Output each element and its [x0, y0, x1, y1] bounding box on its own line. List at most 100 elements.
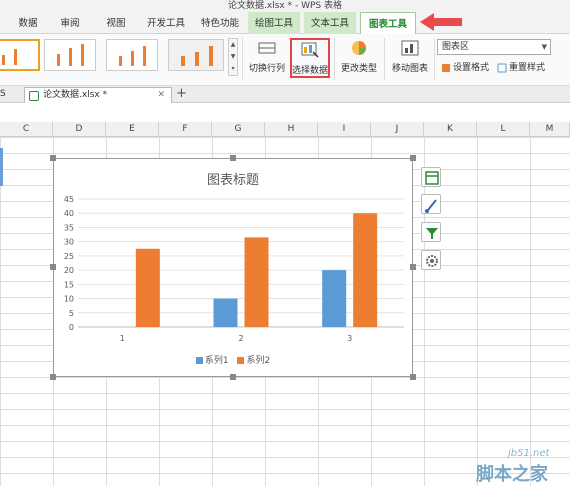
select-data-button[interactable]: 选择数据 [290, 38, 330, 78]
legend-label-series-1: 系列1 [204, 356, 229, 366]
chart-elements-button[interactable] [421, 167, 441, 187]
legend-item-series-2: 系列2 [237, 356, 270, 366]
reset-style-label: 重置样式 [509, 63, 546, 73]
tab-drawing-tools[interactable]: 绘图工具 [248, 12, 300, 34]
column-header-g[interactable]: G [212, 122, 265, 137]
x-tick-label: 2 [238, 334, 243, 343]
chart-legend[interactable]: 系列1 系列2 [54, 353, 412, 366]
move-chart-button[interactable]: 移动图表 [388, 38, 432, 78]
column-header-d[interactable]: D [53, 122, 106, 137]
move-chart-label: 移动图表 [391, 64, 428, 74]
chart-elements-icon [425, 171, 439, 185]
y-tick-label: 10 [64, 295, 74, 304]
tab-features[interactable]: 特色功能 [196, 12, 244, 34]
doc-tab-previous[interactable]: S [0, 87, 20, 103]
chart-area[interactable]: 图表标题 0 5 10 15 20 25 30 35 40 45 1 2 3 系列1 系列2 [53, 158, 413, 377]
ribbon-panel: ▲ ▼ ▾ 切换行列 选择数据 更改类型 移动图表 图表区 ▼ 设置格式 重置样… [0, 34, 570, 86]
resize-handle-top[interactable] [230, 155, 236, 161]
chart-element-dropdown[interactable]: 图表区 ▼ [437, 39, 551, 55]
chart-style-thumb-4[interactable] [168, 39, 224, 71]
formula-area [0, 103, 570, 122]
watermark-site: jb51.net [508, 448, 550, 459]
format-icon [441, 63, 451, 73]
new-tab-button[interactable]: + [176, 86, 187, 102]
y-tick-label: 30 [64, 238, 74, 247]
switch-row-col-label: 切换行列 [248, 64, 285, 74]
resize-handle-left[interactable] [50, 264, 56, 270]
y-tick-label: 0 [69, 323, 74, 332]
column-header-l[interactable]: L [477, 122, 530, 137]
bar-series-2-3[interactable] [353, 213, 378, 327]
filter-icon [426, 228, 438, 239]
tab-view[interactable]: 视图 [96, 12, 136, 34]
close-icon[interactable]: ✕ [157, 88, 165, 103]
chart-plot[interactable]: 0 5 10 15 20 25 30 35 40 45 1 2 3 [54, 159, 414, 378]
tab-chart-tools[interactable]: 图表工具 [360, 12, 416, 35]
y-tick-label: 45 [64, 195, 74, 204]
select-data-label: 选择数据 [292, 66, 329, 76]
reset-style-button[interactable]: 重置样式 [497, 61, 545, 75]
resize-handle-bottom-right[interactable] [410, 374, 416, 380]
ribbon-tabs: 数据 审阅 视图 开发工具 特色功能 绘图工具 文本工具 图表工具 [0, 12, 570, 35]
legend-swatch-series-2 [237, 357, 245, 364]
reset-icon [497, 63, 507, 73]
chart-style-thumb-1[interactable] [0, 39, 40, 71]
y-tick-label: 20 [64, 266, 74, 275]
y-tick-label: 40 [64, 209, 74, 218]
tab-data[interactable]: 数据 [8, 12, 48, 34]
column-header-c[interactable]: C [0, 122, 53, 137]
tab-developer[interactable]: 开发工具 [140, 12, 192, 34]
switch-row-col-button[interactable]: 切换行列 [246, 38, 288, 78]
chart-settings-button[interactable] [421, 250, 441, 270]
divider [434, 38, 435, 80]
resize-handle-bottom[interactable] [230, 374, 236, 380]
resize-handle-bottom-left[interactable] [50, 374, 56, 380]
bar-series-1-3[interactable] [322, 270, 347, 327]
doc-tab-label: 论文数据.xlsx * [43, 90, 108, 100]
x-tick-label: 1 [120, 334, 125, 343]
resize-handle-top-right[interactable] [410, 155, 416, 161]
brush-icon [425, 199, 437, 213]
style-scroll[interactable]: ▲ ▼ ▾ [228, 38, 238, 76]
y-tick-label: 25 [64, 252, 74, 261]
chart-style-thumb-3[interactable] [106, 39, 158, 71]
legend-swatch-series-1 [195, 357, 203, 364]
legend-item-series-1: 系列1 [195, 356, 229, 366]
column-header-j[interactable]: J [371, 122, 424, 137]
column-header-h[interactable]: H [265, 122, 318, 137]
y-tick-label: 5 [69, 309, 74, 318]
divider [384, 38, 385, 80]
watermark-name: 脚本之家 [476, 464, 548, 485]
set-format-button[interactable]: 设置格式 [441, 61, 489, 75]
select-data-icon [301, 42, 319, 58]
column-header-k[interactable]: K [424, 122, 477, 137]
bar-series-2-1[interactable] [135, 248, 160, 327]
column-header-f[interactable]: F [159, 122, 212, 137]
doc-tab-previous-label: S [0, 89, 6, 99]
more-icon[interactable]: ▾ [229, 63, 237, 75]
column-headers: C D E F G H I J K L M [0, 122, 570, 137]
pie-chart-icon [350, 40, 368, 56]
column-header-e[interactable]: E [106, 122, 159, 137]
y-tick-label: 15 [64, 280, 74, 289]
y-tick-label: 35 [64, 223, 74, 232]
switch-row-col-icon [258, 40, 276, 56]
bar-series-2-2[interactable] [244, 237, 269, 327]
tab-text-tools[interactable]: 文本工具 [304, 12, 356, 34]
column-header-m[interactable]: M [530, 122, 570, 137]
change-type-button[interactable]: 更改类型 [338, 38, 380, 78]
bar-series-1-2[interactable] [213, 298, 238, 327]
chart-filter-button[interactable] [421, 222, 441, 242]
chart-style-thumb-2[interactable] [44, 39, 96, 71]
tab-review[interactable]: 审阅 [52, 12, 88, 34]
doc-tab-current[interactable]: 论文数据.xlsx * ✕ [24, 87, 172, 103]
set-format-label: 设置格式 [453, 63, 490, 73]
scroll-down-icon[interactable]: ▼ [229, 51, 237, 63]
chart-styles-button[interactable] [421, 194, 441, 214]
resize-handle-top-left[interactable] [50, 155, 56, 161]
scroll-up-icon[interactable]: ▲ [229, 39, 237, 51]
column-header-i[interactable]: I [318, 122, 371, 137]
window-title: 论文数据.xlsx * - WPS 表格 [0, 0, 570, 12]
chevron-down-icon: ▼ [541, 43, 547, 51]
resize-handle-right[interactable] [410, 264, 416, 270]
